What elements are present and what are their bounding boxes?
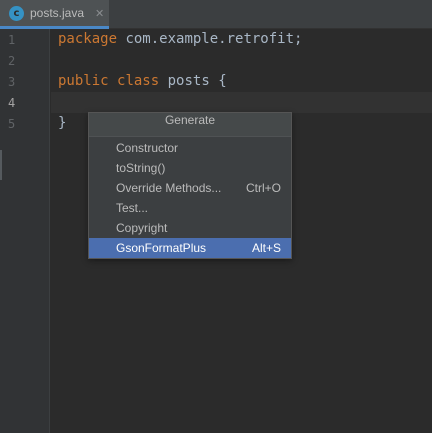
line-number: 5 <box>8 117 16 131</box>
class-name: posts <box>167 73 210 89</box>
gutter-marker <box>0 150 2 180</box>
menu-item-label: Copyright <box>116 221 168 235</box>
code-text: } <box>58 115 67 131</box>
menu-item-override-methods[interactable]: Override Methods... Ctrl+O <box>89 178 291 198</box>
code-line-3[interactable]: public class posts { <box>58 73 227 89</box>
popup-title: Generate <box>89 113 291 137</box>
menu-item-label: Test... <box>116 201 149 215</box>
tab-label: posts.java <box>30 6 85 20</box>
menu-item-shortcut: Alt+S <box>251 241 281 255</box>
line-number-gutter: 1 2 3 4 5 <box>0 29 50 433</box>
menu-item-label: Override Methods... <box>116 181 222 195</box>
code-line-5[interactable]: } <box>58 115 66 131</box>
keyword: public <box>58 73 109 89</box>
code-text: com.example.retrofit; <box>117 31 303 47</box>
menu-item-test[interactable]: Test... <box>89 198 291 218</box>
menu-item-gsonformatplus[interactable]: GsonFormatPlus Alt+S <box>89 238 291 258</box>
menu-item-tostring[interactable]: toString() <box>89 158 291 178</box>
menu-item-label: toString() <box>116 161 166 175</box>
line-number: 4 <box>8 96 16 110</box>
keyword: package <box>58 31 118 47</box>
keyword: class <box>117 73 160 89</box>
generate-popup: Generate Constructor toString() Override… <box>88 112 292 259</box>
line-number: 2 <box>8 54 16 68</box>
menu-item-shortcut: Ctrl+O <box>245 181 281 195</box>
line-number: 1 <box>8 33 16 47</box>
tab-posts-java[interactable]: c posts.java ✕ <box>0 0 109 29</box>
menu-item-label: Constructor <box>116 141 179 155</box>
editor-tab-bar: c posts.java ✕ <box>0 0 432 29</box>
code-line-1[interactable]: package com.example.retrofit; <box>58 31 302 47</box>
current-line-highlight <box>51 92 432 113</box>
menu-item-label: GsonFormatPlus <box>116 241 207 255</box>
code-text: { <box>218 73 227 89</box>
menu-item-copyright[interactable]: Copyright <box>89 218 291 238</box>
line-number: 3 <box>8 75 16 89</box>
java-class-icon: c <box>9 5 24 21</box>
menu-item-constructor[interactable]: Constructor <box>89 138 291 158</box>
close-icon[interactable]: ✕ <box>95 7 104 20</box>
